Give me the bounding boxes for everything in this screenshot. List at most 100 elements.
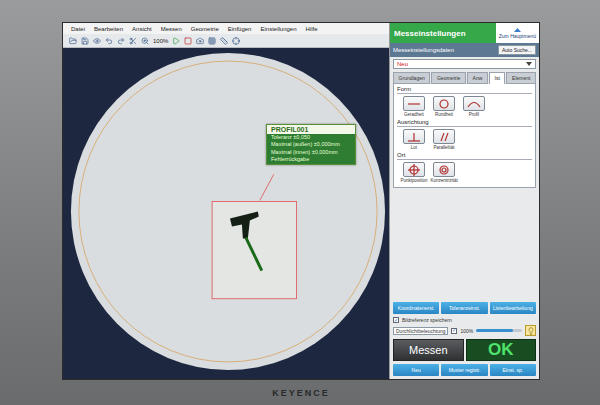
settings-data-bar: MesseinstellungsdatenAuto Suche... — [390, 43, 539, 57]
toolbar-icon[interactable] — [196, 37, 204, 45]
panel-title: Messeinstellungen — [390, 23, 496, 43]
tolerance-label: Lot — [411, 145, 417, 150]
tab[interactable]: Grundlagen — [393, 72, 430, 84]
tool-button[interactable]: Listenbearbeitung — [490, 302, 536, 314]
tooltip-line: Fehlerrückgabe — [267, 156, 355, 163]
chevron-down-icon — [526, 62, 532, 66]
position-icon — [405, 164, 423, 176]
toolbar-icon[interactable] — [105, 37, 113, 45]
tolerance-button[interactable]: Konzentrizität — [431, 162, 457, 183]
straightness-icon — [405, 98, 423, 110]
section-items: PunktpositionKonzentrizität — [397, 162, 532, 183]
menu-item[interactable]: Datei — [71, 26, 85, 32]
tab[interactable]: Element — [506, 72, 536, 84]
tolerance-icon-box — [403, 129, 425, 144]
home-icon — [513, 27, 522, 33]
home-button[interactable]: Zum Hauptmenü — [496, 23, 539, 43]
tab[interactable]: Ist — [489, 72, 506, 84]
tool-button[interactable]: Toleranzeinst. — [441, 302, 487, 314]
tolerance-label: Punktposition — [400, 178, 427, 183]
menu-item[interactable]: Einstellungen — [260, 26, 296, 32]
footer-buttons: NeuMuster registr.Einst. sp. — [390, 363, 539, 379]
toolbar-icon[interactable] — [184, 37, 192, 45]
tooltip-title: PROFIL001 — [267, 125, 355, 134]
tooltip-line: Maximal (innen) ±0,000mm — [267, 149, 355, 156]
camera-view[interactable]: PROFIL001Toleranz ±0,050Maximal (außen) … — [63, 48, 389, 379]
panel-header: MesseinstellungenZum Hauptmenü — [390, 23, 539, 43]
light-button[interactable] — [525, 325, 536, 336]
zoom-level[interactable]: 100% — [153, 38, 168, 44]
toolbar-icon[interactable] — [220, 37, 228, 45]
perpendicular-icon — [405, 131, 423, 143]
tolerance-icon-box — [433, 96, 455, 111]
settings-panel: MesseinstellungenZum HauptmenüMesseinste… — [389, 23, 539, 379]
section-items: Lot Parallelität — [397, 129, 532, 150]
lighting-select[interactable]: Durchlichtbeleuchtung — [393, 327, 448, 335]
tolerance-label: Geradheit — [404, 112, 424, 117]
result-indicator: OK — [466, 339, 537, 361]
measure-row: MessenOK — [390, 337, 539, 363]
tab-bar: GrundlagenGeometrieAnwIstElement — [393, 72, 536, 84]
tolerance-button[interactable]: Rundheit — [431, 96, 457, 117]
menu-item[interactable]: Geometrie — [191, 26, 219, 32]
measure-button[interactable]: Messen — [393, 339, 464, 361]
tolerance-label: Konzentrizität — [430, 178, 457, 183]
brand-logo: KEYENCE — [62, 380, 540, 405]
tooltip-line: Maximal (außen) ±0,000mm — [267, 141, 355, 148]
tolerance-button[interactable]: Profil — [461, 96, 487, 117]
toolbar-icon[interactable] — [93, 37, 101, 45]
tab[interactable]: Geometrie — [431, 72, 466, 84]
auto-search-button[interactable]: Auto Suche... — [498, 45, 536, 55]
footer-button[interactable]: Neu — [393, 364, 439, 376]
toolbar-icon[interactable] — [69, 37, 77, 45]
tolerance-sections: FormGeradheitRundheitProfilAusrichtungLo… — [393, 84, 536, 188]
menu-item[interactable]: Hilfe — [305, 26, 317, 32]
reference-checkbox[interactable]: ✓ — [393, 317, 399, 323]
tolerance-label: Rundheit — [435, 112, 453, 117]
section-title: Ort — [397, 152, 532, 160]
tolerance-icon-box — [403, 162, 425, 177]
tolerance-button[interactable]: Punktposition — [401, 162, 427, 183]
brightness-slider[interactable] — [476, 329, 522, 332]
menu-item[interactable]: Messen — [161, 26, 182, 32]
tolerance-button[interactable]: Geradheit — [401, 96, 427, 117]
menu-item[interactable]: Ansicht — [132, 26, 152, 32]
toolbar: 100% — [63, 34, 389, 48]
tolerance-button[interactable]: Lot — [401, 129, 427, 150]
workpiece-head — [230, 211, 259, 238]
camera-image — [63, 48, 389, 379]
tab[interactable]: Anw — [467, 72, 488, 84]
measurement-tooltip: PROFIL001Toleranz ±0,050Maximal (außen) … — [266, 124, 356, 165]
menu-item[interactable]: Bearbeiten — [94, 26, 123, 32]
spacer — [390, 188, 539, 300]
screen: Datei Bearbeiten Ansicht Messen Geometrie Ein… — [62, 22, 540, 380]
tolerance-label: Parallelität — [433, 145, 454, 150]
profile-icon — [465, 98, 483, 110]
reference-option: ✓Bildreferenz speichern — [390, 316, 539, 324]
slider-fill — [476, 329, 513, 332]
menu-item[interactable]: Einfügen — [228, 26, 252, 32]
tolerance-icon-box — [433, 162, 455, 177]
lighting-row: Durchlichtbeleuchtung✓100% — [390, 324, 539, 337]
tolerance-icon-box — [433, 129, 455, 144]
footer-button[interactable]: Einst. sp. — [490, 364, 536, 376]
monitor-bezel: Datei Bearbeiten Ansicht Messen Geometrie Ein… — [0, 0, 600, 405]
lightbulb-icon — [527, 327, 535, 335]
section-title: Ausrichtung — [397, 119, 532, 127]
lighting-checkbox[interactable]: ✓ — [451, 328, 457, 334]
tolerance-button[interactable]: Parallelität — [431, 129, 457, 150]
toolbar-icon[interactable] — [141, 37, 149, 45]
tool-button[interactable]: Koordinatenerst. — [393, 302, 439, 314]
toolbar-icon[interactable] — [117, 37, 125, 45]
footer-button[interactable]: Muster registr. — [441, 364, 487, 376]
settings-select[interactable]: Neu — [393, 59, 536, 69]
workspace: Datei Bearbeiten Ansicht Messen Geometrie Ein… — [63, 23, 389, 379]
toolbar-icon[interactable] — [232, 37, 240, 45]
concentric-icon — [435, 164, 453, 176]
tooltip-line: Toleranz ±0,050 — [267, 134, 355, 141]
toolbar-icon[interactable] — [81, 37, 89, 45]
tool-buttons: Koordinatenerst.Toleranzeinst.Listenbear… — [390, 300, 539, 316]
toolbar-icon[interactable] — [129, 37, 137, 45]
toolbar-icon[interactable] — [208, 37, 216, 45]
toolbar-icon[interactable] — [172, 37, 180, 45]
